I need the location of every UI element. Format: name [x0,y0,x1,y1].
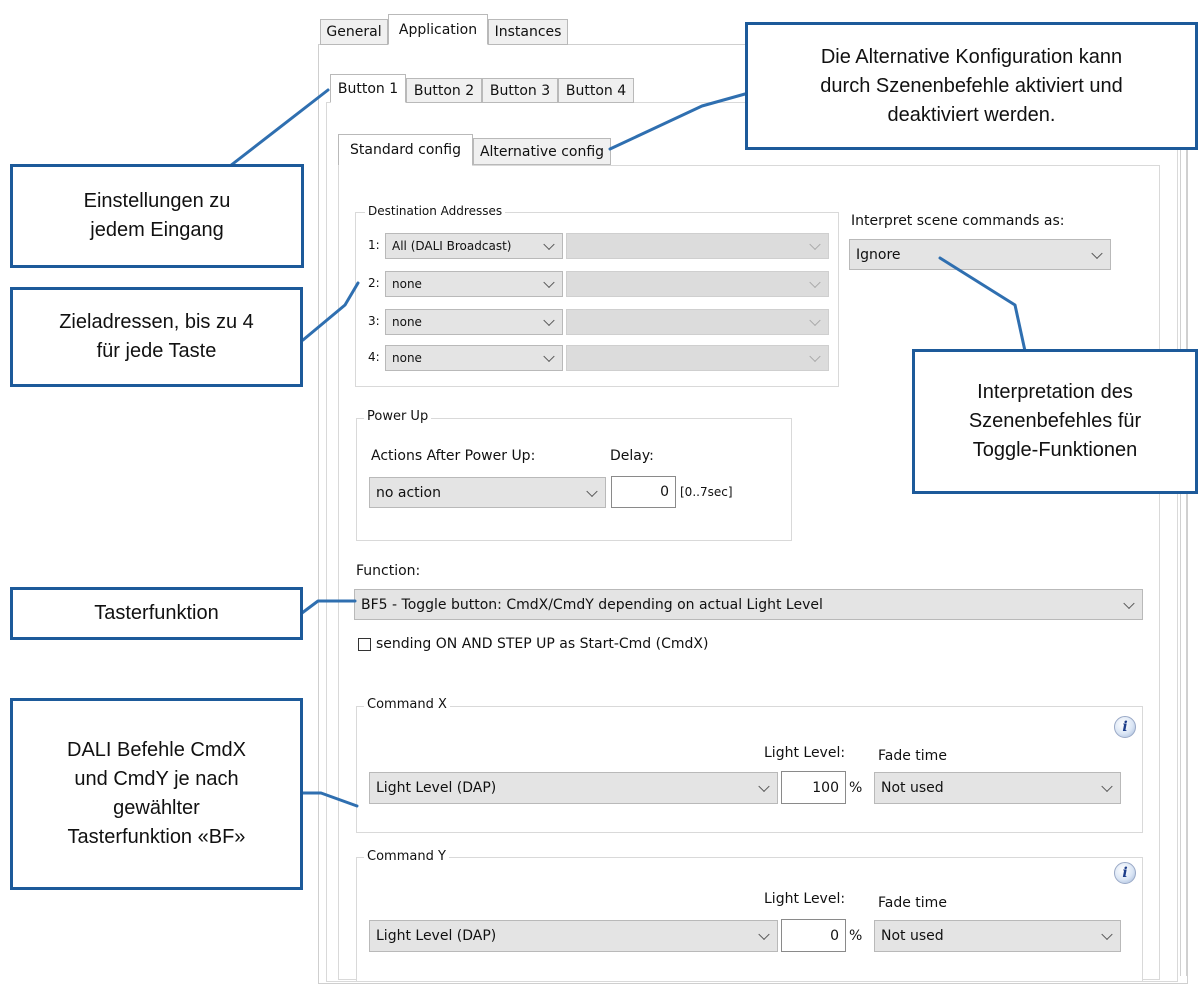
callout-tasterfunktion: Tasterfunktion [10,587,303,640]
callout-einstellungen: Einstellungen zu jedem Eingang [10,164,304,268]
leader-alternative [608,92,747,151]
callout-alternative: Die Alternative Konfiguration kann durch… [745,22,1198,150]
callout-zieladressen: Zieladressen, bis zu 4 für jede Taste [10,287,303,387]
leader-zieladressen [301,281,360,342]
leader-dali [300,791,359,808]
leader-interpretation [938,256,1027,353]
leader-tasterfunktion [300,599,357,615]
callout-interpretation: Interpretation des Szenenbefehles für To… [912,349,1198,494]
leader-einstellungen [228,88,330,168]
callout-dali: DALI Befehle CmdX und CmdY je nach gewäh… [10,698,303,890]
